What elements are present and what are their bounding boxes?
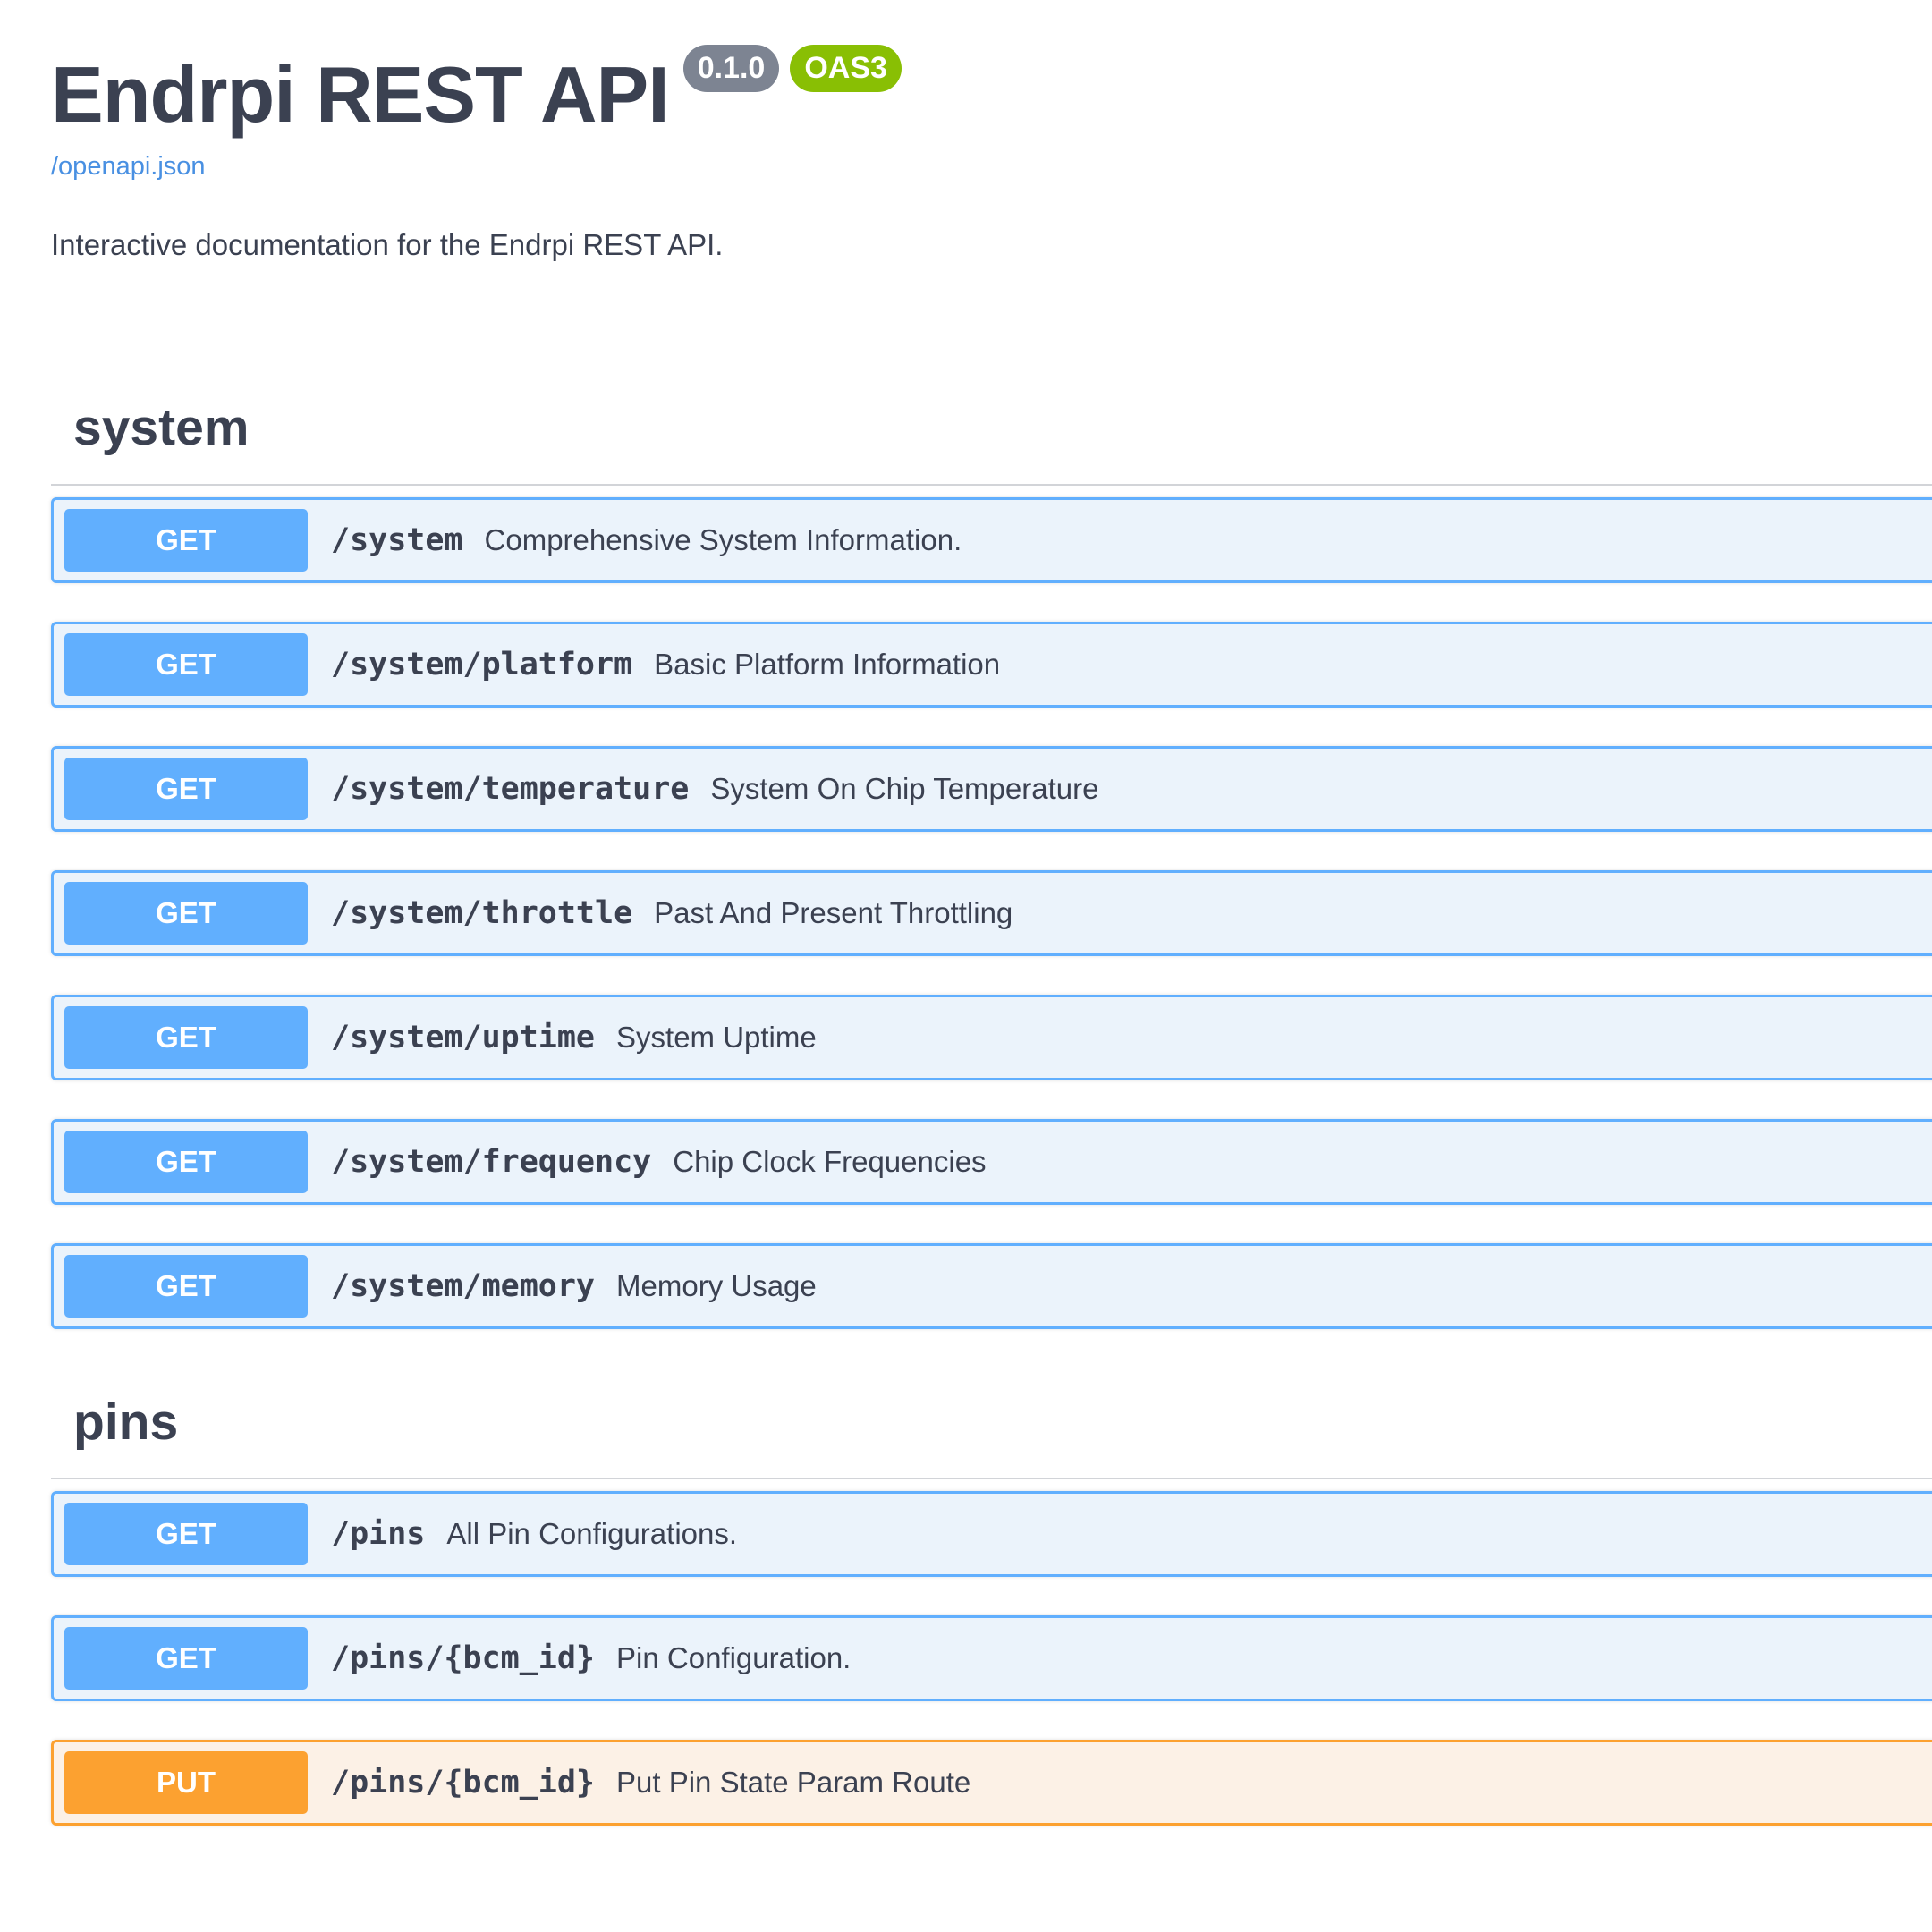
operation-get-system-frequency[interactable]: GET /system/frequency Chip Clock Frequen… [51,1119,1932,1205]
operation-get-system-platform[interactable]: GET /system/platform Basic Platform Info… [51,622,1932,708]
operation-get-system-uptime[interactable]: GET /system/uptime System Uptime [51,995,1932,1080]
section-title-pins[interactable]: pins [73,1397,178,1448]
api-description: Interactive documentation for the Endrpi… [51,228,724,261]
operation-summary: Pin Configuration. [616,1641,852,1674]
method-badge: GET [64,633,308,696]
operation-summary: Put Pin State Param Route [616,1766,971,1799]
section-title-system[interactable]: system [73,402,249,453]
operation-get-pins[interactable]: GET /pins All Pin Configurations. [51,1491,1932,1577]
swagger-ui-page: Endrpi REST API 0.1.0 OAS3 /openapi.json… [0,0,1932,1932]
operation-summary: Comprehensive System Information. [484,523,962,556]
operation-get-system[interactable]: GET /system Comprehensive System Informa… [51,497,1932,583]
method-badge: GET [64,1503,308,1565]
operation-summary: Memory Usage [616,1269,817,1302]
operation-path: /system [331,522,463,558]
operation-put-pin-by-bcm-id[interactable]: PUT /pins/{bcm_id} Put Pin State Param R… [51,1740,1932,1826]
operation-path: /system/memory [331,1268,596,1304]
operation-summary: All Pin Configurations. [446,1517,738,1550]
method-badge: PUT [64,1751,308,1814]
operation-path: /system/uptime [331,1020,596,1055]
operation-path: /pins/{bcm_id} [331,1765,596,1801]
api-info: Endrpi REST API 0.1.0 OAS3 /openapi.json… [51,45,902,262]
title-row: Endrpi REST API 0.1.0 OAS3 [51,45,902,134]
operation-get-system-memory[interactable]: GET /system/memory Memory Usage [51,1243,1932,1329]
method-badge: GET [64,1006,308,1069]
section-divider [51,484,1932,486]
operation-summary: Basic Platform Information [654,648,1001,681]
method-badge: GET [64,1131,308,1193]
operation-path: /pins/{bcm_id} [331,1640,596,1676]
method-badge: GET [64,1255,308,1318]
operation-summary: System On Chip Temperature [710,772,1099,805]
operation-summary: System Uptime [616,1021,817,1054]
operation-path: /system/temperature [331,771,690,807]
method-badge: GET [64,1627,308,1690]
method-badge: GET [64,509,308,572]
operation-path: /system/frequency [331,1144,652,1180]
version-badge: 0.1.0 [682,45,780,93]
operation-path: /system/throttle [331,895,633,931]
operation-summary: Chip Clock Frequencies [673,1145,987,1178]
openapi-json-link[interactable]: /openapi.json [51,152,902,182]
section-divider [51,1478,1932,1479]
oas-badge: OAS3 [790,45,902,93]
operation-path: /system/platform [331,647,633,682]
operation-get-pin-by-bcm-id[interactable]: GET /pins/{bcm_id} Pin Configuration. [51,1615,1932,1701]
api-title: Endrpi REST API [51,50,670,139]
operation-summary: Past And Present Throttling [654,896,1013,929]
operation-get-system-throttle[interactable]: GET /system/throttle Past And Present Th… [51,870,1932,956]
operation-get-system-temperature[interactable]: GET /system/temperature System On Chip T… [51,746,1932,832]
operation-path: /pins [331,1516,426,1552]
method-badge: GET [64,882,308,945]
method-badge: GET [64,758,308,820]
